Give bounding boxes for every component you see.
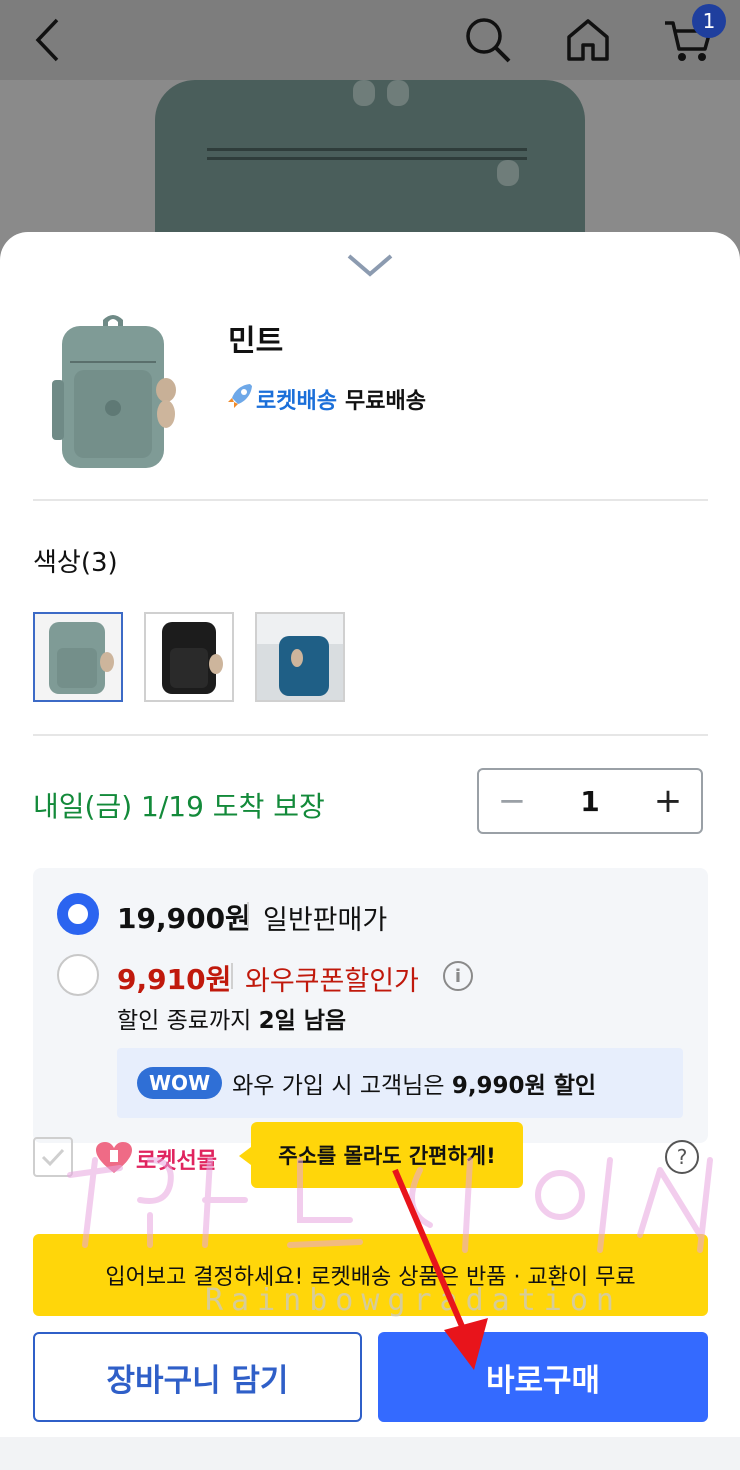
color-swatch-black[interactable] [144, 612, 234, 702]
radio-coupon-price[interactable] [57, 954, 99, 996]
bag-zipper [207, 148, 527, 160]
gift-heart-icon [95, 1141, 133, 1179]
color-swatch-blue[interactable] [255, 612, 345, 702]
collapse-chevron-icon[interactable] [345, 250, 395, 280]
color-swatch-mint[interactable] [33, 612, 123, 702]
cart-icon[interactable]: 1 [658, 4, 726, 70]
quantity-stepper: − 1 + [477, 768, 703, 834]
search-icon[interactable] [458, 10, 518, 70]
coupon-price-label: 와우쿠폰할인가 [245, 966, 419, 997]
arrival-guarantee-text: 내일(금) 1/19 도착 보장 [33, 790, 325, 823]
rocket-gift-row: 로켓선물 주소를 몰라도 간편하게! ? [33, 1122, 708, 1197]
decrease-quantity-button[interactable]: − [479, 770, 545, 832]
zipper-puller [353, 80, 375, 106]
divider [33, 734, 708, 736]
product-thumbnail [48, 310, 178, 475]
wow-text-prefix: 와우 가입 시 고객님은 [232, 1073, 452, 1099]
help-icon[interactable]: ? [665, 1140, 699, 1174]
option-bottom-sheet: 민트 로켓배송 무료배송 색상(3) 내일(금) 1/19 도착 보장 − 1 … [0, 232, 740, 1437]
rocket-gift-checkbox[interactable] [33, 1137, 73, 1177]
price-options-box: 19,900원 일반판매가 9,910원 와우쿠폰할인가 i 할인 종료까지 2… [33, 868, 708, 1143]
quantity-value[interactable]: 1 [545, 785, 635, 818]
deadline-prefix: 할인 종료까지 [117, 1008, 259, 1034]
rocket-gift-label: 로켓선물 [136, 1149, 217, 1174]
chevron-left-icon[interactable] [18, 10, 78, 70]
wow-badge: WOW [137, 1067, 223, 1099]
free-return-banner: 입어보고 결정하세요! 로켓배송 상품은 반품 · 교환이 무료 [33, 1234, 708, 1316]
color-option-title: 색상(3) [33, 548, 118, 578]
rocket-icon [226, 382, 254, 416]
discount-deadline: 할인 종료까지 2일 남음 [117, 1001, 346, 1035]
gift-tooltip: 주소를 몰라도 간편하게! [239, 1122, 523, 1188]
coupon-price: 9,910원 [117, 963, 232, 996]
price-separator [231, 963, 233, 989]
zipper-puller [497, 160, 519, 186]
top-navigation-bar: 1 [0, 0, 740, 80]
add-to-cart-button[interactable]: 장바구니 담기 [33, 1332, 362, 1422]
increase-quantity-button[interactable]: + [635, 770, 701, 832]
rocket-delivery-label: 로켓배송 [256, 389, 337, 414]
divider [33, 499, 708, 501]
free-shipping-label: 무료배송 [344, 389, 426, 414]
wow-discount-value: 9,990원 할인 [451, 1073, 597, 1099]
regular-price: 19,900원 [117, 902, 251, 935]
selected-option-name: 민트 [228, 324, 284, 359]
buy-now-button[interactable]: 바로구매 [378, 1332, 708, 1422]
zipper-puller [387, 80, 409, 106]
wow-promo-text: 와우 가입 시 고객님은 9,990원 할인 [232, 1066, 596, 1100]
info-icon[interactable]: i [443, 961, 473, 991]
radio-regular-price[interactable] [57, 893, 99, 935]
regular-price-label: 일반판매가 [263, 905, 388, 936]
cart-count-badge: 1 [692, 4, 726, 38]
wow-membership-promo[interactable]: WOW 와우 가입 시 고객님은 9,990원 할인 [117, 1048, 683, 1118]
price-separator [247, 902, 249, 928]
shipping-info: 로켓배송 무료배송 [226, 382, 426, 416]
deadline-value: 2일 남음 [258, 1008, 347, 1034]
home-icon[interactable] [558, 10, 618, 70]
